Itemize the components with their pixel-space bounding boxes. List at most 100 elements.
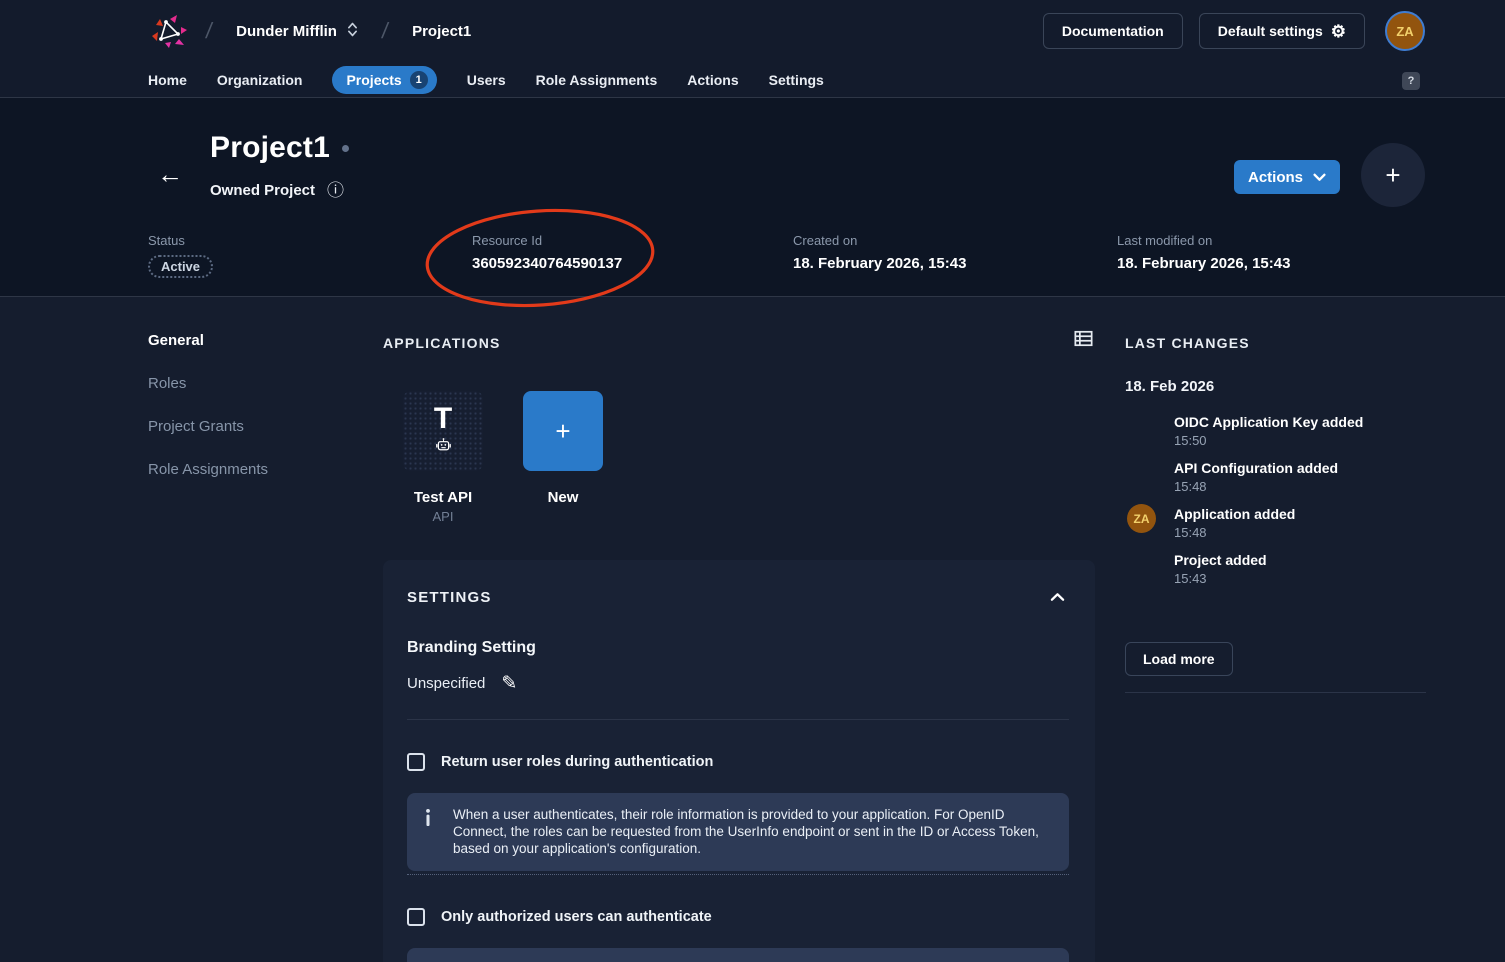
unfold-icon	[347, 21, 358, 42]
resource-id-meta: Resource Id 360592340764590137	[472, 233, 622, 272]
info-box: Deny authentication if the user has no a…	[407, 948, 1069, 962]
documentation-button[interactable]: Documentation	[1043, 13, 1183, 49]
change-event[interactable]: Application added 15:48	[1174, 506, 1426, 540]
projects-count-badge: 1	[410, 71, 428, 89]
info-box: When a user authenticates, their role in…	[407, 793, 1069, 871]
status-badge: Active	[148, 255, 213, 278]
breadcrumb-separator: /	[380, 18, 390, 44]
change-event[interactable]: API Configuration added 15:48	[1174, 460, 1426, 494]
collapse-chevron-up-icon[interactable]	[1046, 586, 1069, 609]
dotted-divider	[407, 874, 1069, 875]
change-event[interactable]: OIDC Application Key added 15:50	[1174, 414, 1426, 448]
info-text: When a user authenticates, their role in…	[453, 806, 1047, 857]
status-label: Status	[148, 233, 213, 248]
new-app-label: New	[548, 489, 579, 506]
nav-item-role-assignments[interactable]: Role Assignments	[536, 72, 658, 88]
main-nav: Home Organization Projects 1 Users Role …	[0, 62, 1505, 98]
return-roles-checkbox-row[interactable]: Return user roles during authentication	[407, 753, 1069, 771]
authorized-users-checkbox[interactable]	[407, 908, 425, 926]
actions-label: Actions	[1248, 169, 1303, 186]
load-more-button[interactable]: Load more	[1125, 642, 1233, 676]
page-title: Project1	[210, 131, 330, 165]
modified-label: Last modified on	[1117, 233, 1290, 248]
modified-meta: Last modified on 18. February 2026, 15:4…	[1117, 233, 1290, 272]
nav-item-organization[interactable]: Organization	[217, 72, 303, 88]
info-icon[interactable]: ⓘ	[327, 182, 344, 199]
return-roles-checkbox[interactable]	[407, 753, 425, 771]
event-label: OIDC Application Key added	[1174, 414, 1426, 430]
default-settings-button[interactable]: Default settings ⚙	[1199, 13, 1365, 49]
change-event[interactable]: Project added 15:43	[1174, 552, 1426, 586]
add-button[interactable]: +	[1361, 143, 1425, 207]
branding-setting-value: Unspecified	[407, 675, 485, 692]
status-meta: Status Active	[148, 233, 213, 278]
help-button[interactable]: ?	[1402, 72, 1420, 90]
plus-icon: +	[555, 416, 570, 447]
sidebar-item-role-assignments[interactable]: Role Assignments	[148, 461, 358, 478]
event-label: API Configuration added	[1174, 460, 1426, 476]
new-app-card[interactable]: +	[523, 391, 603, 471]
edit-pencil-icon[interactable]: ✎	[501, 674, 517, 693]
changes-date: 18. Feb 2026	[1125, 378, 1426, 395]
page-header: ← Project1 Owned Project ⓘ Actions + Sta…	[0, 98, 1505, 297]
nav-item-projects[interactable]: Projects 1	[332, 66, 436, 94]
app-card-test-api[interactable]: T	[403, 391, 483, 471]
sidebar-item-roles[interactable]: Roles	[148, 375, 358, 392]
org-name: Dunder Mifflin	[236, 23, 337, 40]
app-initial: T	[434, 404, 452, 434]
robot-icon	[435, 437, 452, 459]
nav-item-settings[interactable]: Settings	[769, 72, 824, 88]
topbar-actions: Documentation Default settings ⚙ ZA	[1043, 11, 1425, 51]
default-settings-label: Default settings	[1218, 23, 1323, 39]
changes-timeline: ZA OIDC Application Key added 15:50 API …	[1125, 414, 1426, 586]
info-icon	[424, 808, 432, 832]
event-time: 15:50	[1174, 433, 1426, 448]
breadcrumb-project[interactable]: Project1	[404, 17, 479, 46]
sidebar-item-general[interactable]: General	[148, 332, 358, 349]
applications-section: APPLICATIONS T	[383, 327, 1095, 524]
authorized-users-checkbox-row[interactable]: Only authorized users can authenticate	[407, 908, 1069, 926]
event-label: Application added	[1174, 506, 1426, 522]
breadcrumb-separator: /	[204, 18, 214, 44]
timeline-avatar: ZA	[1127, 504, 1156, 533]
event-time: 15:48	[1174, 525, 1426, 540]
new-application-item: + New	[523, 391, 603, 524]
sidebar-item-project-grants[interactable]: Project Grants	[148, 418, 358, 435]
resource-id-label: Resource Id	[472, 233, 622, 248]
setting-option: Only authorized users can authenticate D…	[407, 908, 1069, 962]
title-state-dot	[342, 145, 349, 152]
nav-item-actions[interactable]: Actions	[687, 72, 738, 88]
divider	[1125, 692, 1426, 693]
page-subtitle-row: Owned Project ⓘ	[210, 182, 344, 199]
created-label: Created on	[793, 233, 966, 248]
last-changes-panel: LAST CHANGES 18. Feb 2026 ZA OIDC Applic…	[1125, 327, 1426, 693]
actions-dropdown-button[interactable]: Actions	[1234, 160, 1340, 194]
settings-card: SETTINGS Branding Setting Unspecified ✎ …	[383, 560, 1095, 962]
event-time: 15:48	[1174, 479, 1426, 494]
application-item: T Test API API	[403, 391, 483, 524]
nav-item-projects-label: Projects	[346, 72, 401, 88]
section-sidebar: General Roles Project Grants Role Assign…	[148, 332, 358, 504]
last-changes-heading: LAST CHANGES	[1125, 327, 1426, 351]
back-button[interactable]: ←	[150, 154, 190, 194]
nav-item-users[interactable]: Users	[467, 72, 506, 88]
gear-icon: ⚙	[1331, 23, 1346, 40]
chevron-down-icon	[1313, 173, 1326, 182]
divider	[407, 719, 1069, 720]
setting-option: Return user roles during authentication …	[407, 753, 1069, 875]
table-view-icon[interactable]	[1072, 327, 1095, 353]
nav-item-home[interactable]: Home	[148, 72, 187, 88]
return-roles-label: Return user roles during authentication	[441, 754, 713, 770]
topbar: / Dunder Mifflin / Project1 Documentatio…	[0, 0, 1505, 62]
zitadel-logo[interactable]	[148, 10, 190, 52]
page-title-row: Project1	[210, 131, 349, 165]
modified-value: 18. February 2026, 15:43	[1117, 255, 1290, 272]
app-name[interactable]: Test API	[414, 489, 472, 506]
breadcrumb: / Dunder Mifflin / Project1	[148, 10, 479, 52]
org-picker[interactable]: Dunder Mifflin	[228, 15, 366, 48]
project-type-label: Owned Project	[210, 182, 315, 199]
event-time: 15:43	[1174, 571, 1426, 586]
resource-id-value[interactable]: 360592340764590137	[472, 255, 622, 272]
created-meta: Created on 18. February 2026, 15:43	[793, 233, 966, 272]
user-avatar[interactable]: ZA	[1385, 11, 1425, 51]
